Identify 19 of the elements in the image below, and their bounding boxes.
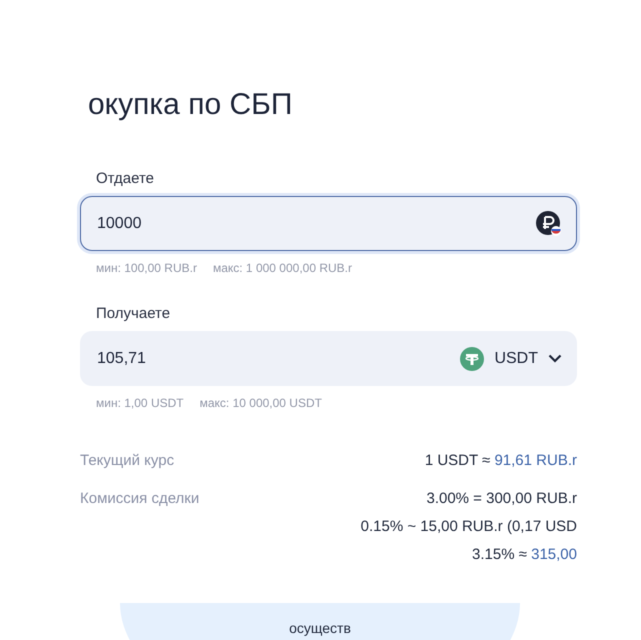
amount-field[interactable]: 10000: [80, 196, 577, 251]
ruble-icon: [536, 210, 562, 236]
info-label: Комиссия сделки: [80, 490, 200, 506]
chevron-down-icon: [548, 354, 562, 363]
tether-icon: [460, 346, 484, 370]
field-label: Отдаете: [96, 170, 156, 188]
page-title: окупка по СБП: [87, 87, 294, 123]
info-value: 3.15% ≈ 315,00: [472, 546, 577, 562]
limit-hint: макс: 10 000,00 USDT: [200, 396, 322, 410]
limit-hint: мин: 1,00 USDT: [96, 396, 184, 410]
info-value: 1 USDT ≈ 91,61 RUB.r: [424, 452, 577, 468]
field-label: Получаете: [96, 305, 172, 323]
amount-field[interactable]: 105,71 USDT: [80, 331, 577, 386]
info-value: 0.15% ~ 15,00 RUB.r (0,17 USD: [360, 518, 577, 534]
footer-text: осуществ: [289, 620, 351, 638]
info-label: Текущий курс: [80, 452, 174, 468]
limit-hint: макс: 1 000 000,00 RUB.r: [212, 261, 352, 275]
info-value: 3.00% = 300,00 RUB.r: [426, 490, 577, 506]
limit-hint: мин: 100,00 RUB.r: [96, 261, 197, 275]
